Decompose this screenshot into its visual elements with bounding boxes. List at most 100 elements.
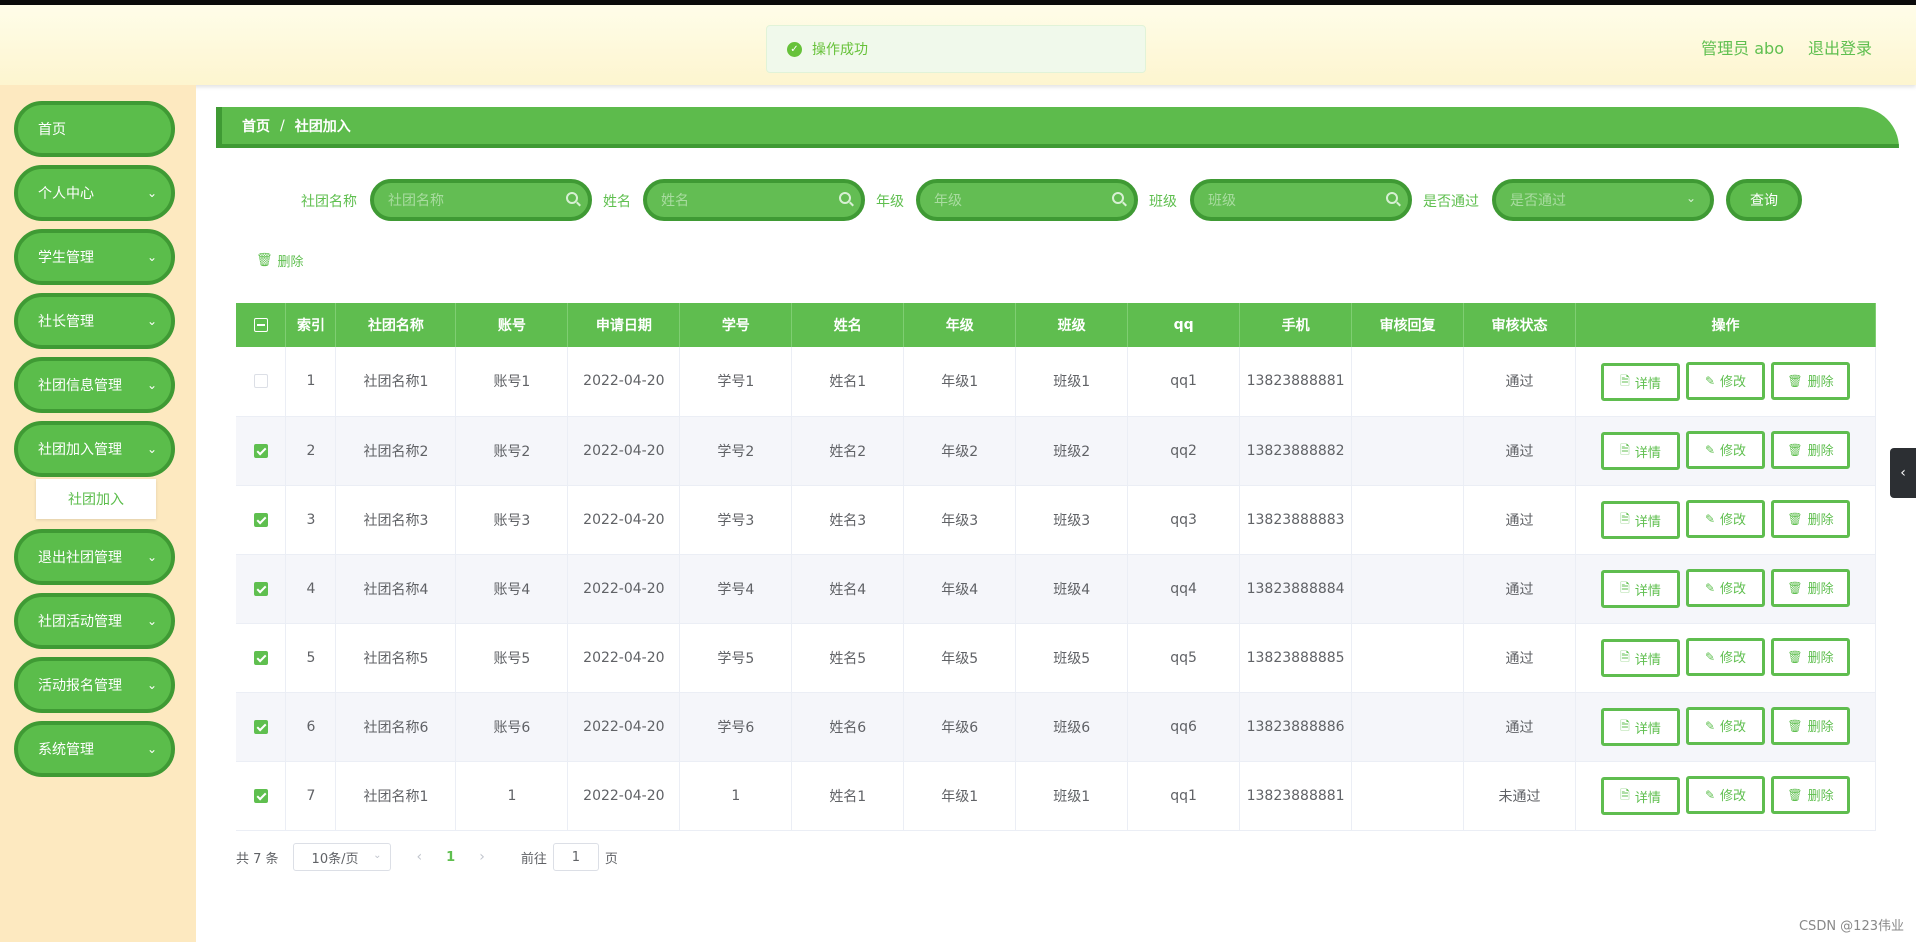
column-header: 社团名称: [335, 303, 457, 347]
sidebar-item-club-exit[interactable]: 退出社团管理 ⌄: [14, 529, 175, 585]
edit-button[interactable]: ✎ 修改: [1686, 775, 1765, 814]
document-icon: 🗎: [1620, 373, 1630, 388]
table-cell: 13823888886: [1239, 692, 1353, 762]
chevron-down-icon: ⌄: [146, 678, 157, 692]
submenu-item-club-join[interactable]: 社团加入: [36, 479, 156, 519]
delete-button[interactable]: 🗑 删除: [1771, 637, 1850, 676]
table-cell: 学号6: [679, 692, 793, 762]
pencil-icon: ✎: [1704, 511, 1716, 526]
sidebar-item-system[interactable]: 系统管理 ⌄: [14, 721, 175, 777]
sidebar-item-label: 社团活动管理: [38, 614, 122, 630]
trash-icon: 🗑: [1787, 787, 1803, 802]
row-select-cell[interactable]: [236, 416, 287, 486]
row-checkbox[interactable]: [253, 512, 268, 527]
detail-button-label: 详情: [1634, 721, 1661, 737]
table-cell: 4: [285, 554, 337, 624]
edit-button[interactable]: ✎ 修改: [1686, 499, 1765, 538]
detail-button[interactable]: 🗎 详情: [1601, 363, 1680, 401]
sidebar-item-students[interactable]: 学生管理 ⌄: [14, 229, 175, 285]
select-all-header[interactable]: [236, 303, 287, 347]
table-cell: 未通过: [1463, 761, 1576, 831]
detail-button[interactable]: 🗎 详情: [1601, 639, 1680, 678]
table-cell: 5: [285, 623, 337, 693]
table-cell: 2022-04-20: [567, 623, 681, 693]
sidebar-item-club-info[interactable]: 社团信息管理 ⌄: [14, 357, 175, 413]
row-select-cell[interactable]: [236, 347, 287, 417]
column-header: 申请日期: [567, 303, 681, 347]
breadcrumb-home[interactable]: 首页: [242, 116, 270, 136]
search-placeholder: 姓名: [661, 193, 689, 209]
table-cell: 年级6: [903, 692, 1017, 762]
row-checkbox[interactable]: [253, 374, 268, 389]
table-cell: 年级3: [903, 485, 1017, 555]
sidebar-item-profile[interactable]: 个人中心 ⌄: [14, 165, 175, 221]
page-size-select[interactable]: 10条/页 ⌄: [292, 843, 391, 871]
row-checkbox[interactable]: [253, 443, 268, 458]
row-checkbox[interactable]: [253, 788, 268, 803]
search-input-club-name[interactable]: 社团名称: [370, 179, 592, 221]
side-panel-toggle[interactable]: ‹: [1890, 448, 1916, 498]
sidebar-item-home[interactable]: 首页: [14, 101, 175, 157]
edit-button[interactable]: ✎ 修改: [1686, 568, 1765, 607]
table-cell: 通过: [1463, 485, 1576, 555]
page-size-value: 10条/页: [311, 851, 359, 867]
search-input-grade[interactable]: 年级: [916, 179, 1138, 221]
sidebar-item-label: 个人中心: [38, 186, 94, 202]
table-row: 5 社团名称5 账号5 2022-04-20 学号5 姓名5 年级5 班级5 qq5 138238…: [236, 623, 1876, 693]
edit-button[interactable]: ✎ 修改: [1686, 361, 1765, 400]
row-checkbox[interactable]: [253, 719, 268, 734]
edit-button[interactable]: ✎ 修改: [1686, 430, 1765, 469]
batch-delete-button[interactable]: 🗑 删除: [256, 251, 304, 270]
sidebar-item-club-join[interactable]: 社团加入管理 ⌄: [14, 421, 175, 477]
detail-button[interactable]: 🗎 详情: [1601, 432, 1680, 471]
chevron-up-icon: ⌄: [146, 442, 157, 456]
row-select-cell[interactable]: [236, 692, 287, 762]
row-select-cell[interactable]: [236, 554, 287, 624]
delete-button-label: 删除: [1807, 789, 1834, 805]
pencil-icon: ✎: [1704, 649, 1716, 664]
detail-button[interactable]: 🗎 详情: [1601, 501, 1680, 540]
table-cell: 班级4: [1015, 554, 1129, 624]
row-checkbox[interactable]: [253, 650, 268, 665]
table-cell: 年级1: [903, 347, 1017, 417]
search-input-name[interactable]: 姓名: [643, 179, 865, 221]
check-circle-icon: ✓: [787, 41, 802, 57]
delete-button[interactable]: 🗑 删除: [1771, 430, 1850, 469]
row-select-cell[interactable]: [236, 623, 287, 693]
select-all-checkbox[interactable]: [253, 318, 268, 332]
query-button[interactable]: 查询: [1726, 179, 1802, 221]
table-cell: [1351, 692, 1465, 762]
table-cell: 通过: [1463, 623, 1576, 693]
row-select-cell[interactable]: [236, 761, 287, 831]
delete-button[interactable]: 🗑 删除: [1771, 361, 1850, 400]
sidebar-item-activity-signup[interactable]: 活动报名管理 ⌄: [14, 657, 175, 713]
delete-button[interactable]: 🗑 删除: [1771, 568, 1850, 607]
page-number[interactable]: 1: [446, 850, 455, 865]
logout-link[interactable]: 退出登录: [1808, 35, 1872, 59]
edit-button[interactable]: ✎ 修改: [1686, 706, 1765, 745]
detail-button[interactable]: 🗎 详情: [1601, 708, 1680, 747]
table-cell: 2022-04-20: [567, 485, 681, 555]
row-select-cell[interactable]: [236, 485, 287, 555]
table-row: 2 社团名称2 账号2 2022-04-20 学号2 姓名2 年级2 班级2 qq2 138238…: [236, 416, 1876, 486]
sidebar-item-club-activities[interactable]: 社团活动管理 ⌄: [14, 593, 175, 649]
delete-button[interactable]: 🗑 删除: [1771, 706, 1850, 745]
prev-page-icon[interactable]: ‹: [417, 849, 423, 865]
row-actions: 🗎 详情 ✎ 修改 🗑 删除: [1575, 761, 1876, 831]
table-cell: 2022-04-20: [567, 416, 681, 486]
delete-button[interactable]: 🗑 删除: [1771, 775, 1850, 814]
goto-page-value: 1: [571, 849, 580, 865]
delete-button[interactable]: 🗑 删除: [1771, 499, 1850, 538]
detail-button[interactable]: 🗎 详情: [1601, 570, 1680, 609]
pencil-icon: ✎: [1704, 718, 1716, 733]
search-input-class[interactable]: 班级: [1190, 179, 1412, 221]
goto-page-input[interactable]: 1: [552, 843, 599, 871]
detail-button[interactable]: 🗎 详情: [1601, 777, 1680, 816]
sidebar-item-label: 社长管理: [38, 314, 94, 330]
table-cell: 年级2: [903, 416, 1017, 486]
edit-button[interactable]: ✎ 修改: [1686, 637, 1765, 676]
next-page-icon[interactable]: ›: [479, 849, 485, 865]
sidebar-item-presidents[interactable]: 社长管理 ⌄: [14, 293, 175, 349]
search-select-approved[interactable]: 是否通过 ⌄: [1492, 179, 1714, 221]
row-checkbox[interactable]: [253, 581, 268, 596]
